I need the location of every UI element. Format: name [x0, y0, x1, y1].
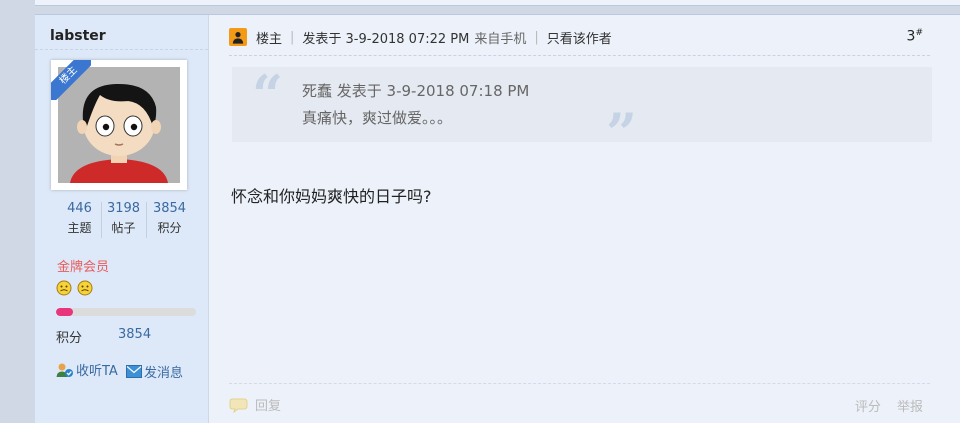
quote-block: “ 死蠢 发表于 3-9-2018 07:18 PM 真痛快，爽过做爱。。。 ”	[232, 63, 932, 163]
floor-number[interactable]: 3#	[907, 28, 923, 45]
post-container: labster 楼主 446 主题 3198 帖子 3854 积分 金牌会员 积…	[35, 14, 960, 423]
reply-button[interactable]: 回复	[229, 395, 281, 414]
stat-posts-count: 3198	[106, 201, 141, 216]
reply-label: 回复	[255, 399, 282, 414]
quote-open-icon: “	[252, 63, 284, 127]
divider	[35, 49, 208, 50]
level-progress-fill	[56, 308, 73, 316]
author-actions: 收听TA 发消息	[56, 360, 187, 382]
quote-text: 真痛快，爽过做爱。。。	[302, 109, 453, 127]
follow-icon	[56, 363, 73, 377]
lz-icon	[229, 28, 247, 46]
avatar[interactable]: 楼主	[51, 60, 187, 190]
member-level[interactable]: 金牌会员	[57, 256, 109, 275]
post-source: 来自手机	[474, 31, 527, 47]
post-header: 楼主 | 发表于 3-9-2018 07:22 PM 来自手机 | 只看该作者	[229, 27, 612, 47]
quote-author: 死蠢 发表于 3-9-2018 07:18 PM	[302, 82, 530, 100]
stat-points-label: 积分	[157, 221, 182, 235]
post-main: 楼主 | 发表于 3-9-2018 07:22 PM 来自手机 | 只看该作者 …	[209, 15, 960, 423]
level-icons	[56, 280, 94, 300]
reply-icon	[229, 398, 248, 413]
smiley-icon	[56, 280, 72, 296]
follow-label: 收听TA	[76, 364, 118, 379]
author-name[interactable]: labster	[50, 28, 106, 44]
stat-points[interactable]: 3854 积分	[147, 200, 192, 238]
floor-mark: #	[915, 28, 923, 38]
rate-link[interactable]: 评分	[855, 400, 881, 415]
lz-ribbon: 楼主	[51, 60, 91, 100]
previous-post-edge	[35, 0, 960, 6]
divider	[229, 383, 930, 384]
message-icon	[125, 364, 142, 378]
post-content: 怀念和你妈妈爽快的日子吗?	[231, 187, 432, 206]
quote-close-icon: ”	[606, 101, 638, 165]
score-value: 3854	[118, 327, 152, 342]
stat-posts[interactable]: 3198 帖子	[101, 200, 146, 238]
stat-topics-label: 主题	[67, 221, 92, 235]
divider	[229, 55, 930, 56]
divider: |	[290, 29, 295, 45]
smiley-icon	[77, 280, 93, 296]
follow-button[interactable]: 收听TA	[56, 360, 118, 379]
report-link[interactable]: 举报	[897, 400, 923, 415]
author-stats: 446 主题 3198 帖子 3854 积分	[57, 200, 192, 238]
post-time: 发表于 3-9-2018 07:22 PM	[302, 31, 470, 47]
stat-topics-count: 446	[67, 201, 92, 216]
level-progress-bar	[56, 308, 196, 316]
only-author-link[interactable]: 只看该作者	[547, 28, 612, 47]
stat-posts-label: 帖子	[111, 221, 136, 235]
stat-topics[interactable]: 446 主题	[57, 200, 102, 238]
lz-ribbon-label: 楼主	[51, 60, 91, 100]
divider: |	[534, 29, 539, 45]
stat-points-count: 3854	[152, 201, 187, 216]
author-sidebar: labster 楼主 446 主题 3198 帖子 3854 积分 金牌会员 积…	[35, 15, 209, 423]
message-label: 发消息	[143, 365, 183, 381]
post-actions: 评分 举报	[843, 396, 923, 415]
lz-label: 楼主	[256, 31, 283, 47]
score-label: 积分	[56, 331, 83, 346]
message-button[interactable]: 发消息	[125, 362, 183, 381]
